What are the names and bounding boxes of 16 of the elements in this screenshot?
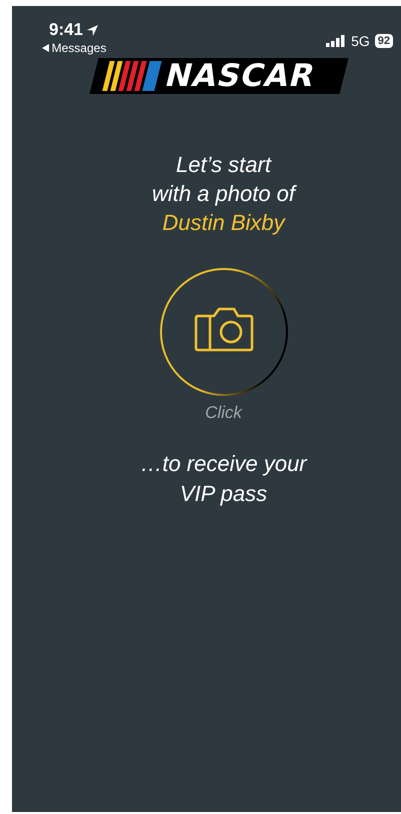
network-label: 5G: [351, 33, 370, 49]
brand-logo: NASCAR: [89, 58, 348, 94]
headline-text: with a photo of: [152, 180, 296, 208]
footer-text: VIP pass: [180, 480, 268, 508]
battery-icon: 92: [374, 34, 393, 48]
click-hint: Click: [205, 403, 242, 423]
camera-button[interactable]: [158, 267, 288, 397]
footer-text: …to receive your: [140, 450, 307, 478]
person-name: Dustin Bixby: [162, 209, 285, 237]
location-arrow-icon: [86, 24, 100, 36]
camera-icon: [194, 305, 254, 353]
signal-icon: [326, 35, 346, 47]
back-triangle-icon[interactable]: [42, 44, 49, 52]
headline-text: Let’s start: [176, 151, 271, 179]
back-link[interactable]: Messages: [52, 41, 106, 55]
clock-time: 9:41: [48, 20, 84, 40]
